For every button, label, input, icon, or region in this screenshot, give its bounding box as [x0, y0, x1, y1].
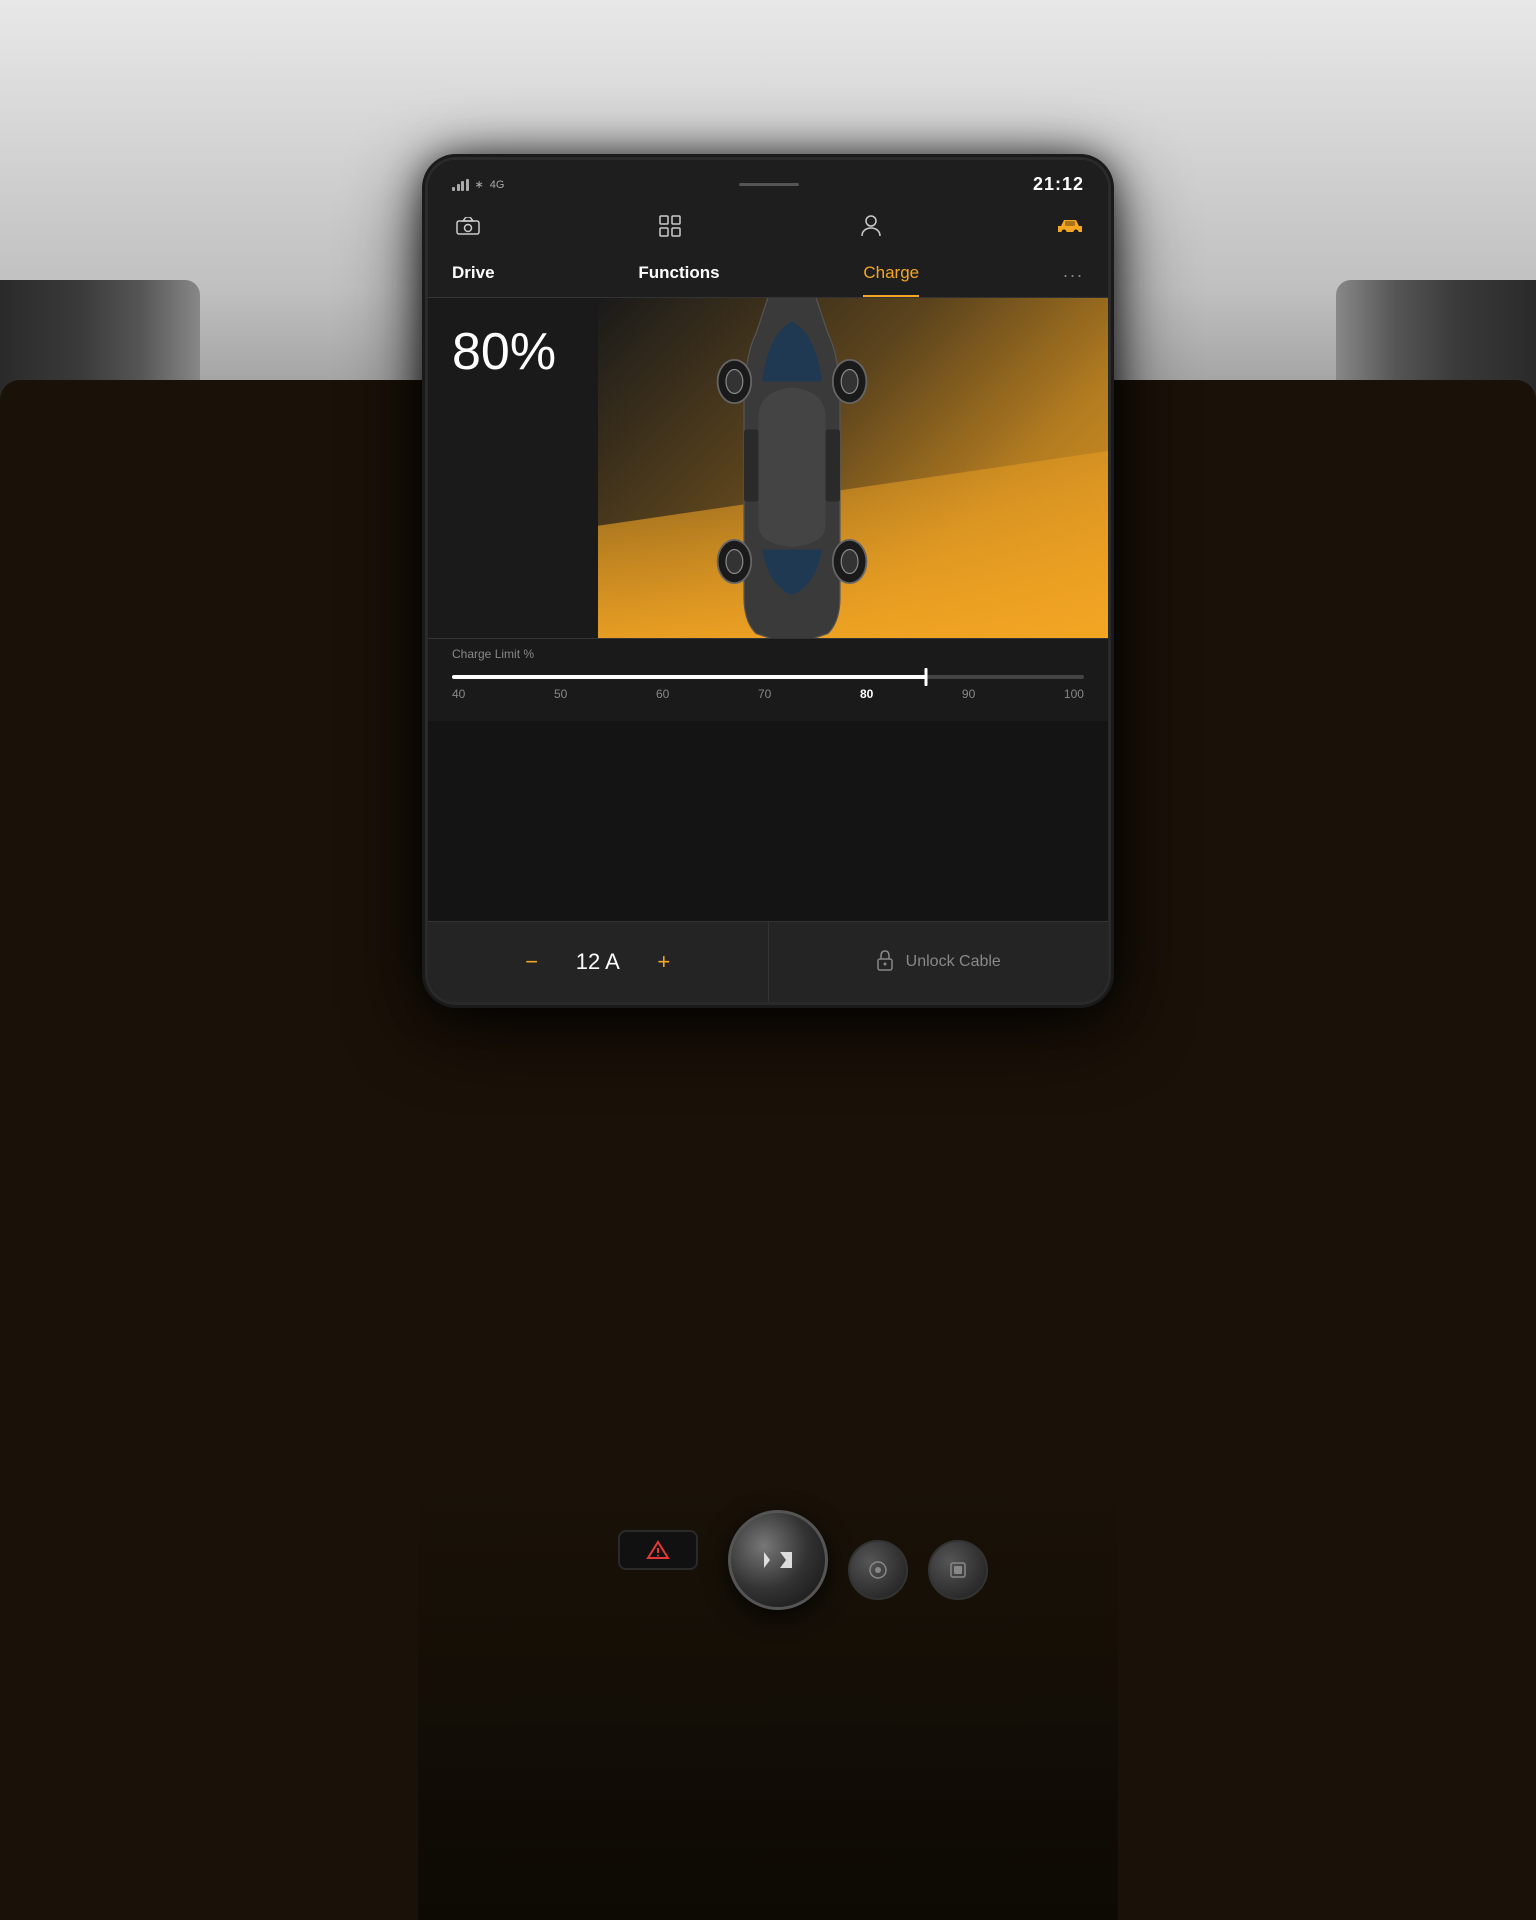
slider-label-90: 90: [962, 687, 975, 701]
charge-slider-track[interactable]: [452, 675, 1084, 679]
charge-limit-label: Charge Limit %: [452, 647, 1084, 661]
slider-label-60: 60: [656, 687, 669, 701]
slider-label-100: 100: [1064, 687, 1084, 701]
camera-icon[interactable]: [452, 213, 484, 245]
tab-more[interactable]: ...: [1063, 261, 1084, 296]
media-button-1[interactable]: [848, 1540, 908, 1600]
status-time: 21:12: [1033, 174, 1084, 195]
slider-label-50: 50: [554, 687, 567, 701]
slider-labels: 40 50 60 70 80 90 100: [452, 687, 1084, 701]
tab-drive[interactable]: Drive: [452, 259, 495, 297]
current-control: − 12 A +: [428, 922, 769, 1002]
nav-icons-row: [428, 203, 1108, 251]
charge-limit-area: Charge Limit % 40 50 60 70 80 90 100: [428, 638, 1108, 721]
user-icon[interactable]: [857, 211, 885, 247]
bluetooth-icon: ∗: [475, 178, 484, 191]
slider-label-70: 70: [758, 687, 771, 701]
car-icon[interactable]: [1056, 216, 1084, 242]
tab-functions[interactable]: Functions: [638, 259, 719, 297]
bottom-controls: − 12 A + Unlock Cable: [428, 921, 1108, 1002]
screen: ∗ 4G 21:12: [428, 160, 1108, 1002]
unlock-cable-label: Unlock Cable: [906, 953, 1001, 971]
car-top-view: [672, 298, 912, 638]
charge-slider-fill: [452, 675, 926, 679]
charge-slider-thumb[interactable]: [925, 668, 928, 686]
unlock-cable-button[interactable]: Unlock Cable: [769, 922, 1109, 1002]
current-decrease-button[interactable]: −: [512, 942, 552, 982]
charge-visualization: 80%: [428, 298, 1108, 638]
tab-charge[interactable]: Charge: [863, 259, 919, 297]
signal-bars-icon: [452, 179, 469, 191]
lock-icon: [876, 949, 894, 976]
current-increase-button[interactable]: +: [644, 942, 684, 982]
media-button-2[interactable]: [928, 1540, 988, 1600]
dark-spacer: [428, 721, 1108, 921]
main-control-knob[interactable]: [728, 1510, 828, 1610]
charge-percentage: 80%: [452, 322, 556, 382]
grid-icon[interactable]: [655, 211, 685, 247]
status-notch: [739, 183, 799, 186]
hazard-button[interactable]: [618, 1530, 698, 1570]
network-label: 4G: [490, 179, 505, 191]
status-left: ∗ 4G: [452, 178, 504, 191]
car-interior-bg: ∗ 4G 21:12: [0, 0, 1536, 1920]
current-value-display: 12 A: [576, 949, 620, 975]
screen-container: ∗ 4G 21:12: [428, 160, 1108, 1002]
slider-label-80: 80: [860, 687, 873, 701]
tab-bar: Drive Functions Charge ...: [428, 251, 1108, 298]
console-base: [418, 1470, 1118, 1920]
status-bar: ∗ 4G 21:12: [428, 160, 1108, 203]
slider-label-40: 40: [452, 687, 465, 701]
